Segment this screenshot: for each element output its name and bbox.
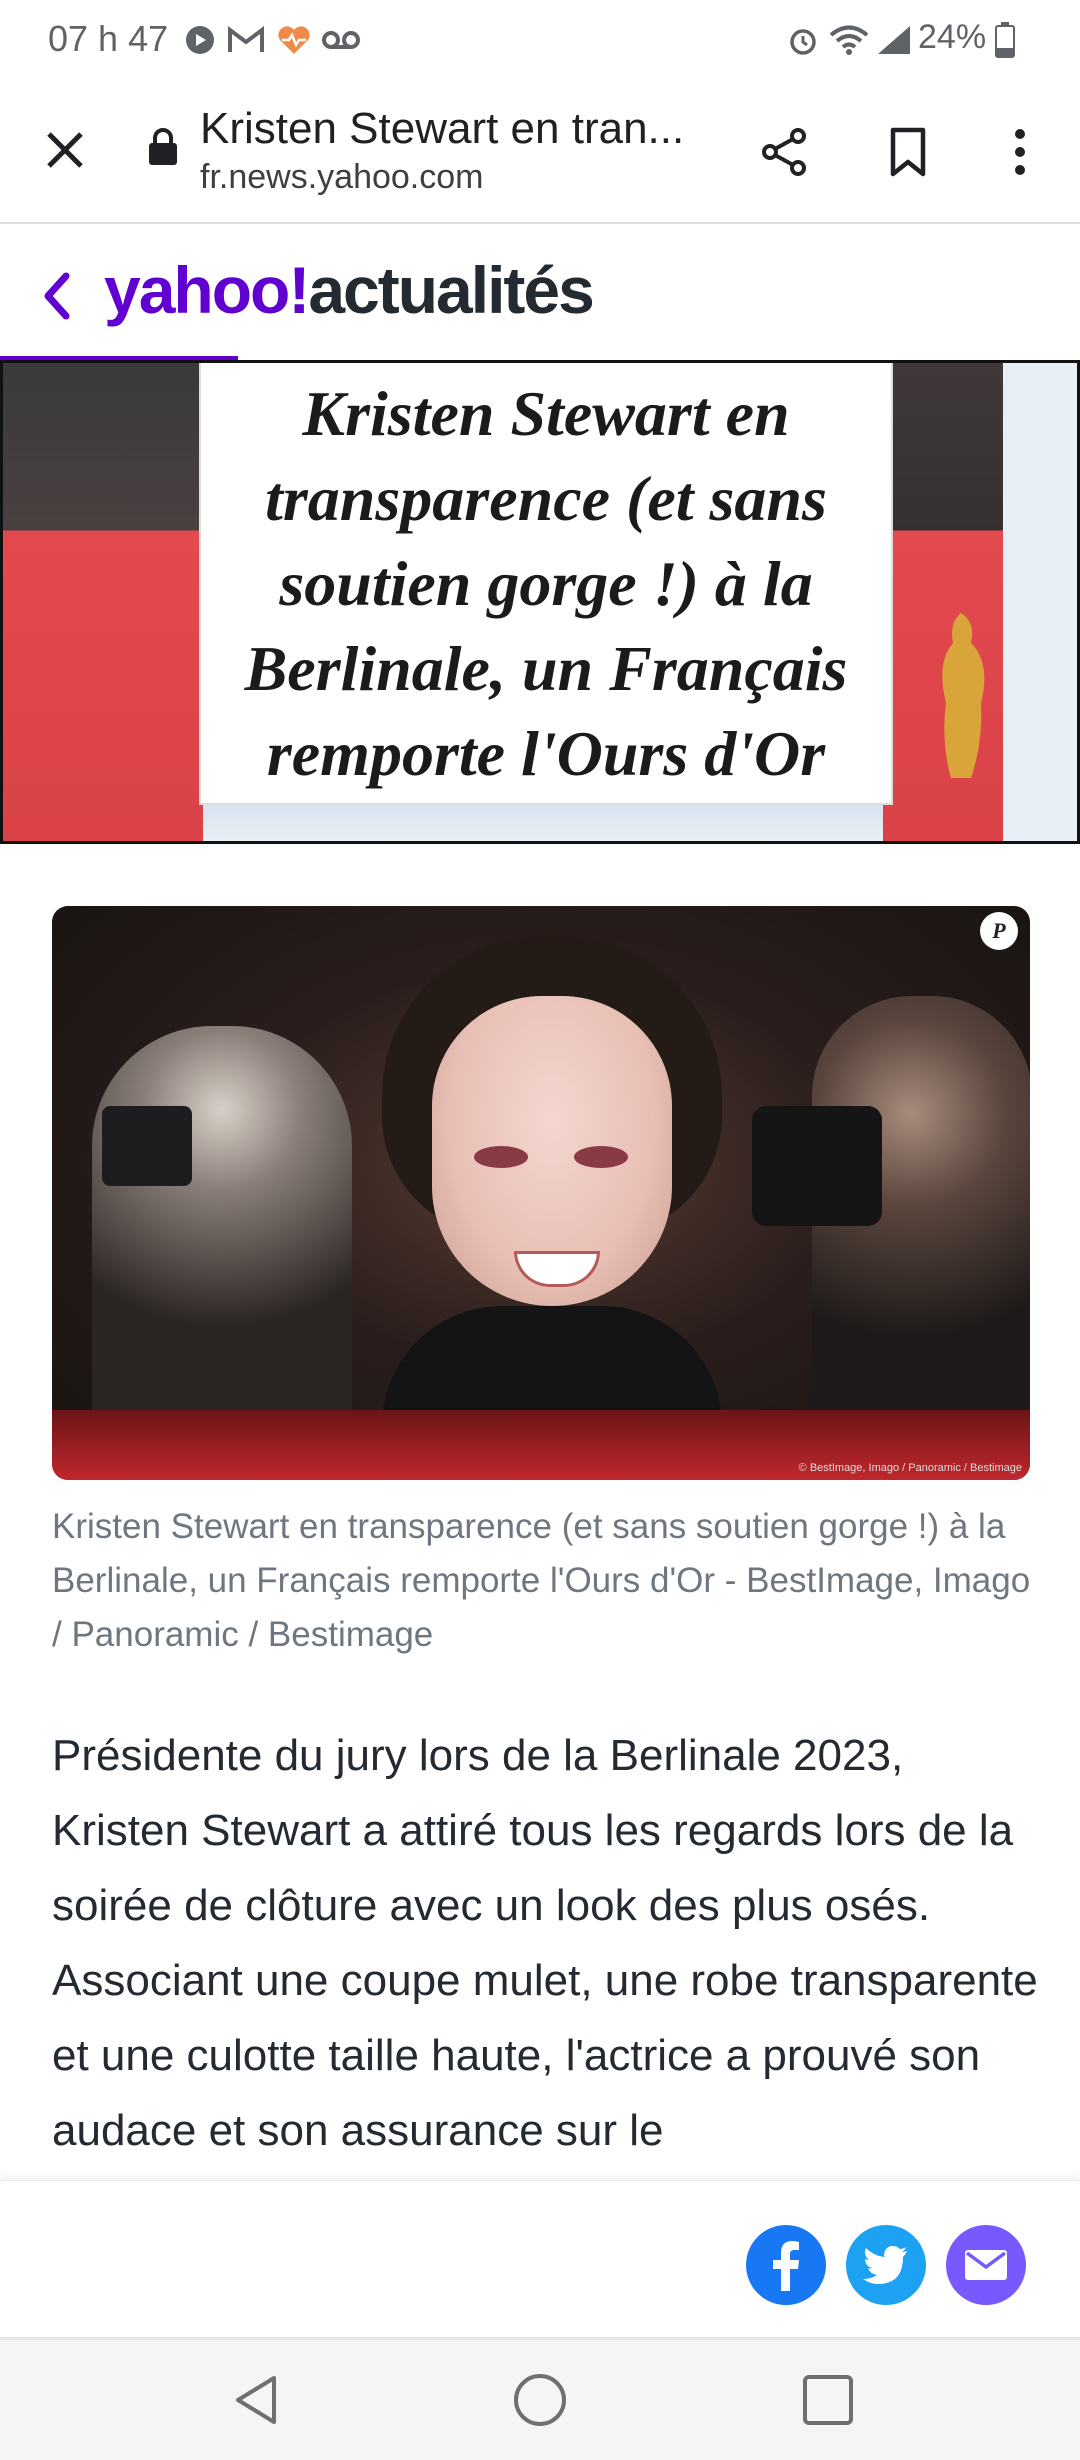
android-nav-bar <box>0 2340 1080 2460</box>
back-triangle-icon <box>236 2376 276 2424</box>
playback-icon <box>182 20 218 60</box>
close-icon <box>47 132 83 168</box>
email-share-button[interactable] <box>946 2225 1026 2305</box>
camera-right <box>752 1106 882 1226</box>
yahoo-actualites-logo[interactable]: yahoo!actualités <box>104 252 595 328</box>
image-source-badge: P <box>980 912 1018 950</box>
logo-yahoo: yahoo! <box>104 253 310 327</box>
lock-icon <box>149 128 177 165</box>
nav-recents-button[interactable] <box>792 2364 864 2436</box>
logo-section: actualités <box>308 253 594 327</box>
signal-icon <box>874 20 914 60</box>
photographer-left <box>92 1026 352 1446</box>
page-url[interactable]: fr.news.yahoo.com <box>200 158 483 197</box>
chevron-left-icon[interactable] <box>36 268 76 324</box>
recents-square-icon <box>803 2375 853 2425</box>
bookmark-button[interactable] <box>872 116 944 188</box>
more-options-button[interactable] <box>984 116 1056 188</box>
camera-left <box>102 1106 192 1186</box>
status-bar: 07 h 47 24% <box>0 0 1080 80</box>
close-button[interactable] <box>30 110 100 190</box>
wifi-icon <box>828 20 870 60</box>
article-photo[interactable]: P © BestImage, Imago / Panoramic / Besti… <box>52 906 1030 1480</box>
browser-toolbar: Kristen Stewart en tran... fr.news.yahoo… <box>0 80 1080 224</box>
twitter-icon <box>863 2246 907 2284</box>
facebook-share-button[interactable] <box>746 2225 826 2305</box>
share-button[interactable] <box>748 116 820 188</box>
hero-text-box: Kristen Stewart en transparence (et sans… <box>201 363 891 803</box>
photo-subject <box>382 926 722 1480</box>
battery-percentage: 24% <box>918 18 987 56</box>
hero-banner: Kristen Stewart en transparence (et sans… <box>0 360 1080 844</box>
article-body: Présidente du jury lors de la Berlinale … <box>52 1731 1038 2155</box>
battery-icon <box>994 20 1016 60</box>
twitter-share-button[interactable] <box>846 2225 926 2305</box>
berlinale-bear-icon <box>942 613 985 778</box>
hero-headline: Kristen Stewart en transparence (et sans… <box>244 378 848 789</box>
image-credit: © BestImage, Imago / Panoramic / Bestima… <box>798 1462 1022 1474</box>
home-circle-icon <box>514 2374 566 2426</box>
hero-background-edge <box>1003 363 1077 841</box>
more-vert-icon <box>1015 129 1025 175</box>
email-icon <box>965 2250 1007 2280</box>
bookmark-icon <box>890 127 926 177</box>
status-time: 07 h 47 <box>48 18 169 59</box>
site-header: yahoo!actualités <box>0 224 1080 362</box>
photographer-right <box>812 996 1030 1466</box>
voicemail-icon <box>320 20 362 60</box>
facebook-icon <box>773 2241 799 2291</box>
nav-back-button[interactable] <box>220 2364 292 2436</box>
image-caption: Kristen Stewart en transparence (et sans… <box>52 1507 1031 1654</box>
share-bar <box>0 2180 1080 2341</box>
page-title[interactable]: Kristen Stewart en tran... <box>200 104 700 154</box>
share-icon <box>762 128 806 176</box>
hero-background-left <box>3 363 203 841</box>
health-heart-icon <box>274 20 314 60</box>
alarm-icon <box>786 20 820 60</box>
gmail-icon <box>226 20 266 60</box>
nav-home-button[interactable] <box>504 2364 576 2436</box>
hero-image: Kristen Stewart en transparence (et sans… <box>0 360 1080 844</box>
